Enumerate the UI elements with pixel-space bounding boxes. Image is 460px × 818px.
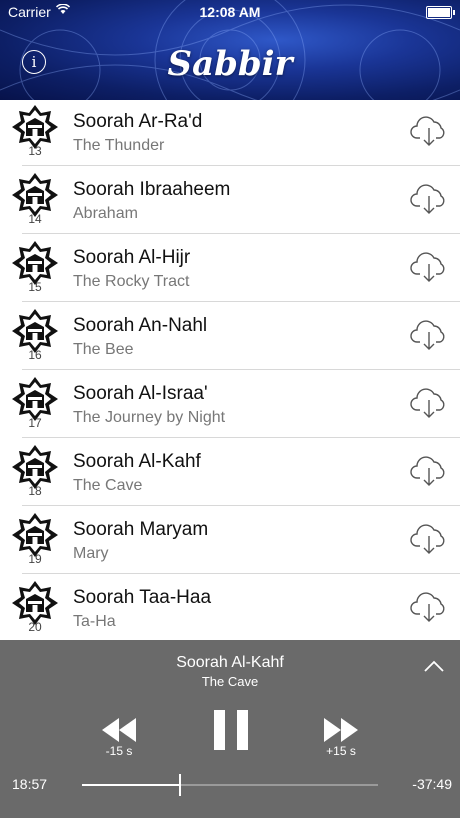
status-bar: Carrier 12:08 AM bbox=[0, 0, 460, 24]
pause-button[interactable] bbox=[214, 710, 248, 750]
surah-number: 18 bbox=[28, 484, 42, 498]
surah-name: Soorah Ibraaheem bbox=[73, 179, 231, 200]
elapsed-time: 18:57 bbox=[12, 776, 48, 792]
surah-translation: The Bee bbox=[73, 341, 134, 358]
battery-fill bbox=[428, 8, 450, 17]
cloud-download-icon[interactable] bbox=[410, 250, 448, 284]
remaining-time: -37:49 bbox=[412, 776, 452, 792]
cloud-download-icon[interactable] bbox=[410, 318, 448, 352]
cloud-download-icon[interactable] bbox=[410, 114, 448, 148]
cloud-download-icon[interactable] bbox=[410, 522, 448, 556]
surah-number: 13 bbox=[28, 144, 42, 158]
cloud-download-icon[interactable] bbox=[410, 454, 448, 488]
surah-row[interactable]: 20 Soorah Taa-Haa Ta-Ha bbox=[0, 574, 460, 640]
surah-name: Soorah An-Nahl bbox=[73, 315, 208, 336]
surah-translation: Mary bbox=[73, 545, 109, 562]
now-playing-subtitle: The Cave bbox=[201, 674, 259, 689]
surah-row[interactable]: 18 Soorah Al-Kahf The Cave bbox=[0, 438, 460, 506]
pause-bar bbox=[214, 710, 225, 750]
surah-translation: The Cave bbox=[73, 477, 143, 494]
surah-name: Soorah Maryam bbox=[73, 519, 209, 540]
surah-number: 19 bbox=[28, 552, 42, 566]
cloud-download-icon[interactable] bbox=[410, 182, 448, 216]
surah-number: 15 bbox=[28, 280, 42, 294]
cloud-download-icon[interactable] bbox=[410, 590, 448, 624]
surah-translation: Ta-Ha bbox=[73, 613, 116, 630]
cloud-download-icon[interactable] bbox=[410, 386, 448, 420]
surah-translation: The Rocky Tract bbox=[73, 273, 190, 290]
surah-number: 16 bbox=[28, 348, 42, 362]
now-playing-title: Soorah Al-Kahf bbox=[176, 654, 284, 671]
surah-number: 14 bbox=[28, 212, 42, 226]
surah-name: Soorah Al-Israa' bbox=[73, 383, 208, 404]
surah-name: Soorah Ar-Ra'd bbox=[73, 111, 203, 132]
surah-row[interactable]: 17 Soorah Al-Israa' The Journey by Night bbox=[0, 370, 460, 438]
battery-icon bbox=[426, 6, 455, 19]
app-header: Carrier 12:08 AM i Sabbir bbox=[0, 0, 460, 100]
surah-row[interactable]: 19 Soorah Maryam Mary bbox=[0, 506, 460, 574]
surah-row[interactable]: 16 Soorah An-Nahl The Bee bbox=[0, 302, 460, 370]
surah-name: Soorah Al-Hijr bbox=[73, 247, 191, 268]
surah-number: 17 bbox=[28, 416, 42, 430]
progress-thumb[interactable] bbox=[178, 774, 181, 796]
surah-row[interactable]: 14 Soorah Ibraaheem Abraham bbox=[0, 166, 460, 234]
surah-row[interactable]: 15 Soorah Al-Hijr The Rocky Tract bbox=[0, 234, 460, 302]
surah-row[interactable]: 13 Soorah Ar-Ra'd The Thunder bbox=[0, 100, 460, 166]
chevron-up-icon[interactable] bbox=[424, 660, 444, 672]
forward-label: +15 s bbox=[326, 744, 356, 758]
surah-number: 20 bbox=[28, 620, 42, 634]
surah-translation: Abraham bbox=[73, 205, 138, 222]
progress-filled bbox=[82, 784, 180, 786]
rewind-label: -15 s bbox=[105, 744, 133, 758]
surah-translation: The Thunder bbox=[73, 137, 165, 154]
surah-translation: The Journey by Night bbox=[73, 409, 226, 426]
fast-forward-icon[interactable] bbox=[324, 718, 358, 742]
audio-player: Soorah Al-Kahf The Cave -15 s +15 s 18:5… bbox=[0, 640, 460, 818]
surah-list[interactable]: 13 Soorah Ar-Ra'd The Thunder 14 Soorah Ibr… bbox=[0, 100, 460, 640]
surah-name: Soorah Al-Kahf bbox=[73, 451, 201, 472]
rewind-icon[interactable] bbox=[102, 718, 136, 742]
status-time: 12:08 AM bbox=[199, 4, 261, 20]
surah-name: Soorah Taa-Haa bbox=[73, 587, 212, 608]
progress-slider[interactable] bbox=[82, 784, 378, 786]
pause-bar bbox=[237, 710, 248, 750]
app-title: Sabbir bbox=[167, 44, 293, 84]
